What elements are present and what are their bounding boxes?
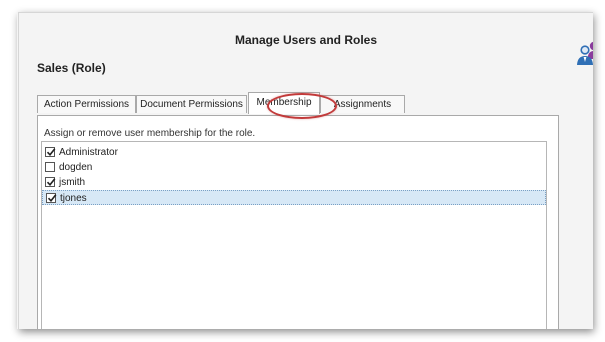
user-row-administrator[interactable]: Administrator — [42, 145, 546, 160]
user-checkbox[interactable] — [45, 162, 55, 172]
tab-action-permissions[interactable]: Action Permissions — [37, 95, 136, 113]
membership-panel: Assign or remove user membership for the… — [37, 115, 559, 329]
user-checkbox[interactable] — [45, 177, 56, 187]
user-name: tjones — [60, 193, 87, 204]
checkmark-icon — [46, 178, 56, 187]
user-name: Administrator — [59, 147, 118, 158]
tab-assignments[interactable]: Assignments — [320, 95, 405, 113]
membership-hint: Assign or remove user membership for the… — [44, 128, 256, 139]
users-roles-icon — [577, 41, 593, 65]
user-checkbox[interactable] — [46, 193, 57, 203]
checkmark-icon — [46, 148, 56, 157]
dialog-title: Manage Users and Roles — [234, 33, 378, 47]
user-list: Administrator dogden jsmith tjones — [41, 141, 547, 329]
user-row-tjones[interactable]: tjones — [42, 190, 546, 205]
role-heading: Sales (Role) — [37, 61, 106, 75]
user-name: jsmith — [59, 177, 86, 188]
manage-users-dialog: Manage Users and Roles Sales (Role) Acti… — [18, 12, 593, 329]
user-row-dogden[interactable]: dogden — [42, 160, 546, 175]
user-checkbox[interactable] — [45, 147, 56, 157]
tab-document-permissions[interactable]: Document Permissions — [136, 95, 247, 113]
user-name: dogden — [59, 162, 93, 173]
tab-membership[interactable]: Membership — [248, 92, 320, 114]
user-row-jsmith[interactable]: jsmith — [42, 175, 546, 190]
checkmark-icon — [47, 194, 57, 203]
